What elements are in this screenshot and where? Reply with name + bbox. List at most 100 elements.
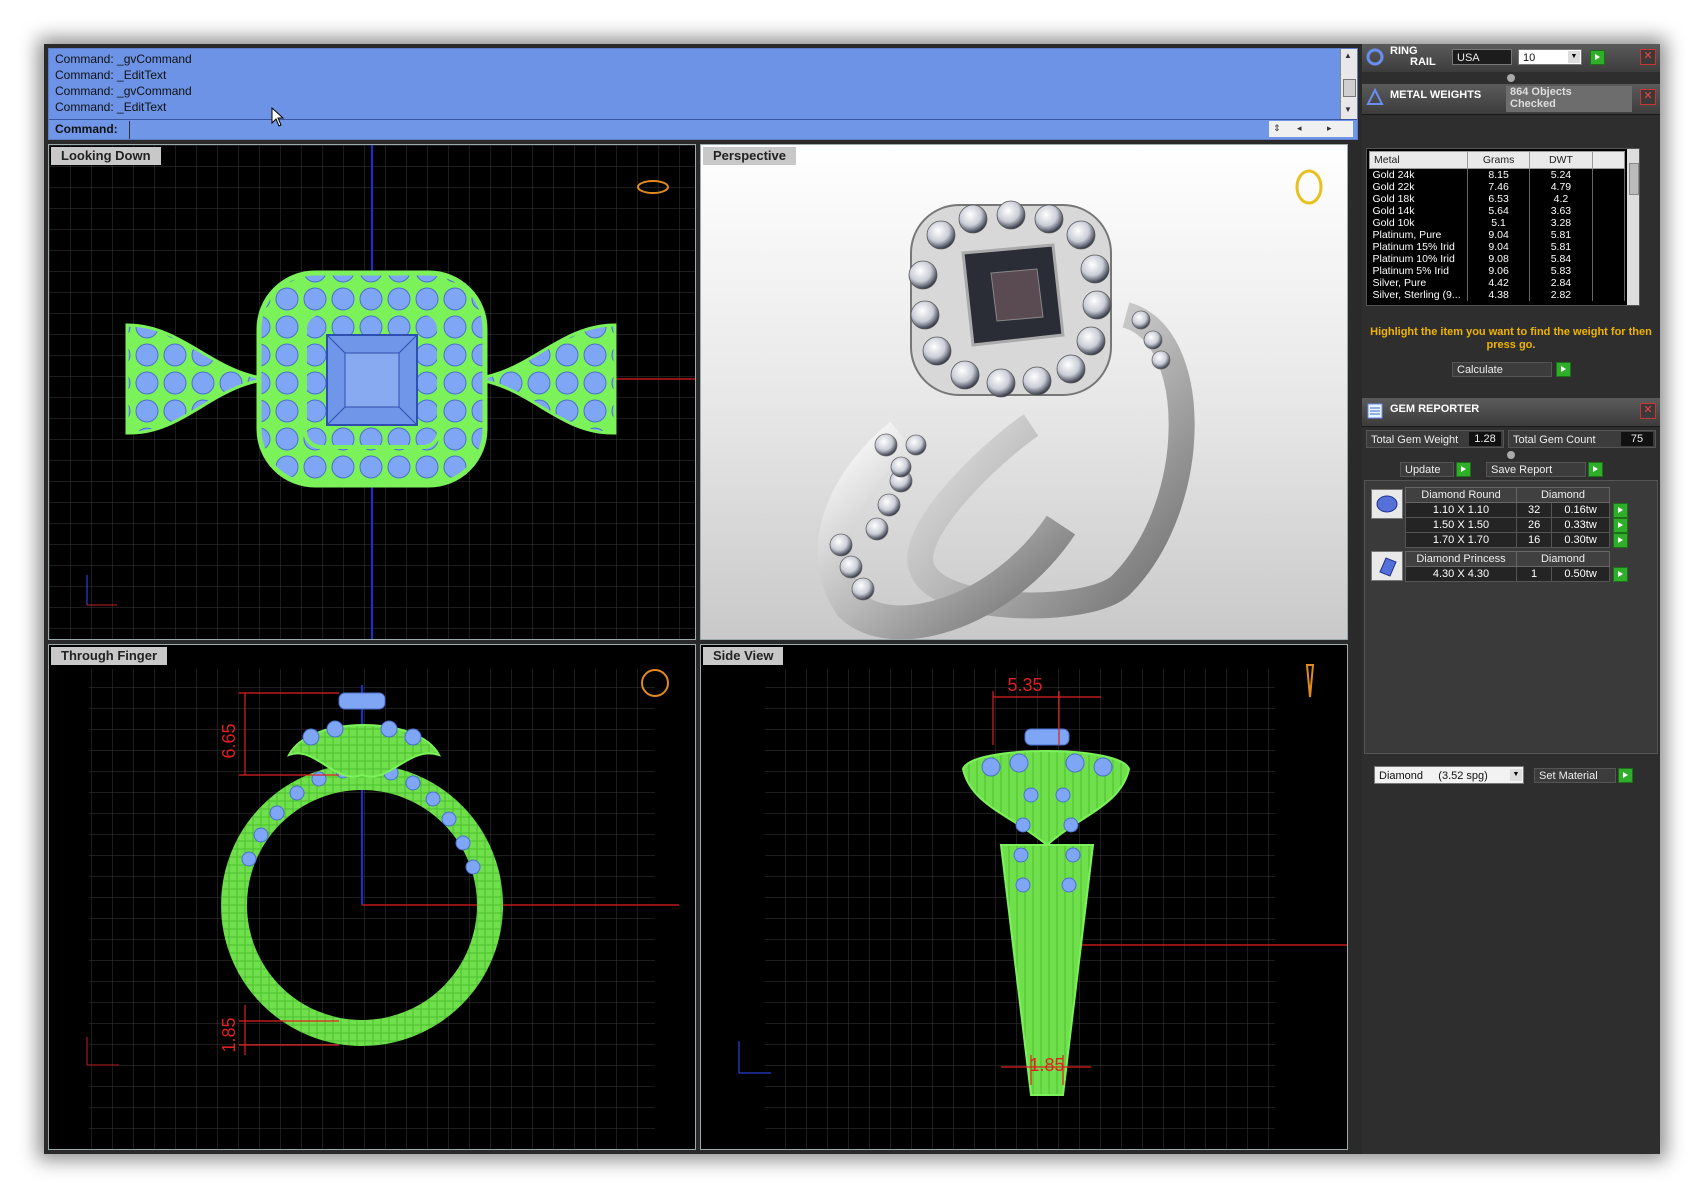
princess-diamond-icon [1371,551,1403,581]
metal-weights-table[interactable]: Metal Grams DWT Gold 24k 8.15 5.24 Gold 22k… [1366,148,1640,306]
metal-name: Platinum, Pure [1369,229,1468,241]
gem-row[interactable]: 4.30 X 4.30 1 0.50tw [1405,566,1610,582]
metal-weight-row[interactable]: Gold 18k 6.53 4.2 [1369,193,1626,205]
gem-count: 32 [1515,502,1553,518]
front-view-drawing: 6.65 1.85 [86,669,679,1149]
viewport-perspective[interactable]: Perspective [700,144,1348,640]
ring-size-select[interactable]: 10 ▼ [1518,49,1582,65]
scroll-thumb[interactable] [1629,163,1639,195]
gem-weight: 0.16tw [1551,502,1610,518]
metal-weight-row[interactable]: Platinum 10% Irid 9.08 5.84 [1369,253,1626,265]
metal-weights-scrollbar[interactable] [1627,149,1639,305]
mouse-cursor-icon [271,107,285,127]
command-input[interactable] [129,121,1314,139]
command-history-line: Command: _gvCommand [55,52,192,66]
metal-name: Gold 22k [1369,181,1468,193]
spin-icon[interactable]: ⇕ [1273,123,1281,134]
row-filler [1592,265,1626,277]
calculate-go-button[interactable] [1556,362,1571,377]
arrow-right-icon[interactable]: ▸ [1327,123,1332,134]
splitter-handle[interactable] [1507,74,1515,82]
metal-weights-hint: Highlight the item you want to find the … [1370,326,1652,351]
round-diamond-icon [1371,489,1403,519]
gem-count: 1 [1515,566,1553,582]
viewport-label: Perspective [703,147,796,165]
viewport-through-finger[interactable]: 6.65 1.85 Through Finger [48,644,696,1150]
viewport-side-view[interactable]: 5.35 1.85 Side View [700,644,1348,1150]
ring-rail-go-button[interactable] [1590,50,1605,65]
metal-weight-row[interactable]: Gold 22k 7.46 4.79 [1369,181,1626,193]
chevron-down-icon[interactable]: ▼ [1510,769,1522,781]
command-area: Command: _gvCommand Command: _EditText C… [48,48,1358,140]
row-filler [1592,241,1626,253]
viewport-looking-down[interactable]: Looking Down [48,144,696,640]
gem-splitter[interactable] [1362,450,1660,460]
chevron-down-icon[interactable]: ▼ [1568,51,1580,63]
total-gem-count-label: Total Gem Count [1513,434,1596,446]
perspective-render [817,169,1323,639]
gem-select-button[interactable] [1613,503,1628,518]
update-button[interactable]: Update [1400,462,1454,477]
command-history-line: Command: _EditText [55,68,167,82]
gem-select-button[interactable] [1613,518,1628,533]
gem-row[interactable]: 1.70 X 1.70 16 0.30tw [1405,532,1610,548]
gem-report-area: Diamond Round Diamond 1.10 X 1.10 32 0.1… [1364,480,1658,754]
gem-count: 16 [1515,532,1553,548]
metal-dwt: 5.83 [1529,265,1593,277]
command-history: Command: _gvCommand Command: _EditText C… [55,51,192,115]
scale-icon [1366,88,1384,105]
metal-weight-row[interactable]: Gold 24k 8.15 5.24 [1369,168,1626,181]
arrow-left-icon[interactable]: ◂ [1297,123,1302,134]
row-filler [1592,229,1626,241]
gem-row[interactable]: 1.10 X 1.10 32 0.16tw [1405,502,1610,518]
close-icon[interactable]: ✕ [1640,403,1656,419]
command-history-scrollbar[interactable]: ▲ ▼ [1340,49,1357,119]
region-select[interactable]: USA [1452,49,1512,65]
material-select[interactable]: Diamond (3.52 spg) ▼ [1374,766,1524,784]
dimension-width-label: 5.35 [1007,675,1042,695]
metal-weight-row[interactable]: Gold 14k 5.64 3.63 [1369,205,1626,217]
metal-grams: 7.46 [1467,181,1531,193]
metal-weight-row[interactable]: Platinum, Pure 9.04 5.81 [1369,229,1626,241]
scroll-up-icon[interactable]: ▲ [1344,51,1352,60]
metal-weight-row[interactable]: Gold 10k 5.1 3.28 [1369,217,1626,229]
metal-weight-row[interactable]: Silver, Sterling (9... 4.38 2.82 [1369,289,1626,301]
metal-name: Silver, Sterling (9... [1369,289,1468,301]
gem-weight: 0.30tw [1551,532,1610,548]
viewport-label: Looking Down [51,147,161,165]
metal-dwt: 2.82 [1529,289,1593,301]
scroll-down-icon[interactable]: ▼ [1344,105,1352,114]
gem-select-button[interactable] [1613,567,1628,582]
column-header[interactable]: DWT [1529,151,1593,169]
column-header[interactable]: Metal [1369,151,1468,169]
metal-weights-grid: Metal Grams DWT Gold 24k 8.15 5.24 Gold 22k… [1369,151,1626,301]
metal-weight-row[interactable]: Platinum 5% Irid 9.06 5.83 [1369,265,1626,277]
save-report-go-button[interactable] [1588,462,1603,477]
gem-select-button[interactable] [1613,533,1628,548]
calculate-button[interactable]: Calculate [1452,362,1552,377]
gem-weight: 0.33tw [1551,517,1610,533]
gem-count: 26 [1515,517,1553,533]
report-icon [1367,403,1383,419]
column-header[interactable]: Grams [1466,151,1531,169]
metal-name: Platinum 15% Irid [1369,241,1468,253]
save-report-button[interactable]: Save Report [1486,462,1586,477]
metal-dwt: 3.28 [1529,217,1593,229]
metal-weight-row[interactable]: Silver, Pure 4.42 2.84 [1369,277,1626,289]
metal-weight-row[interactable]: Platinum 15% Irid 9.04 5.81 [1369,241,1626,253]
gem-row[interactable]: 1.50 X 1.50 26 0.33tw [1405,517,1610,533]
close-icon[interactable]: ✕ [1640,49,1656,65]
set-material-button[interactable]: Set Material [1534,768,1616,783]
metal-grams: 4.42 [1467,277,1531,289]
metal-grams: 5.64 [1467,205,1531,217]
close-icon[interactable]: ✕ [1640,89,1656,105]
set-material-go-button[interactable] [1618,768,1633,783]
row-filler [1592,277,1626,289]
splitter-handle[interactable] [1507,451,1515,459]
row-filler [1592,181,1626,193]
scroll-thumb[interactable] [1343,79,1356,97]
metal-name: Gold 24k [1369,168,1468,181]
ring-rail-splitter[interactable] [1362,72,1660,84]
update-go-button[interactable] [1456,462,1471,477]
command-history-line: Command: _gvCommand [55,84,192,98]
